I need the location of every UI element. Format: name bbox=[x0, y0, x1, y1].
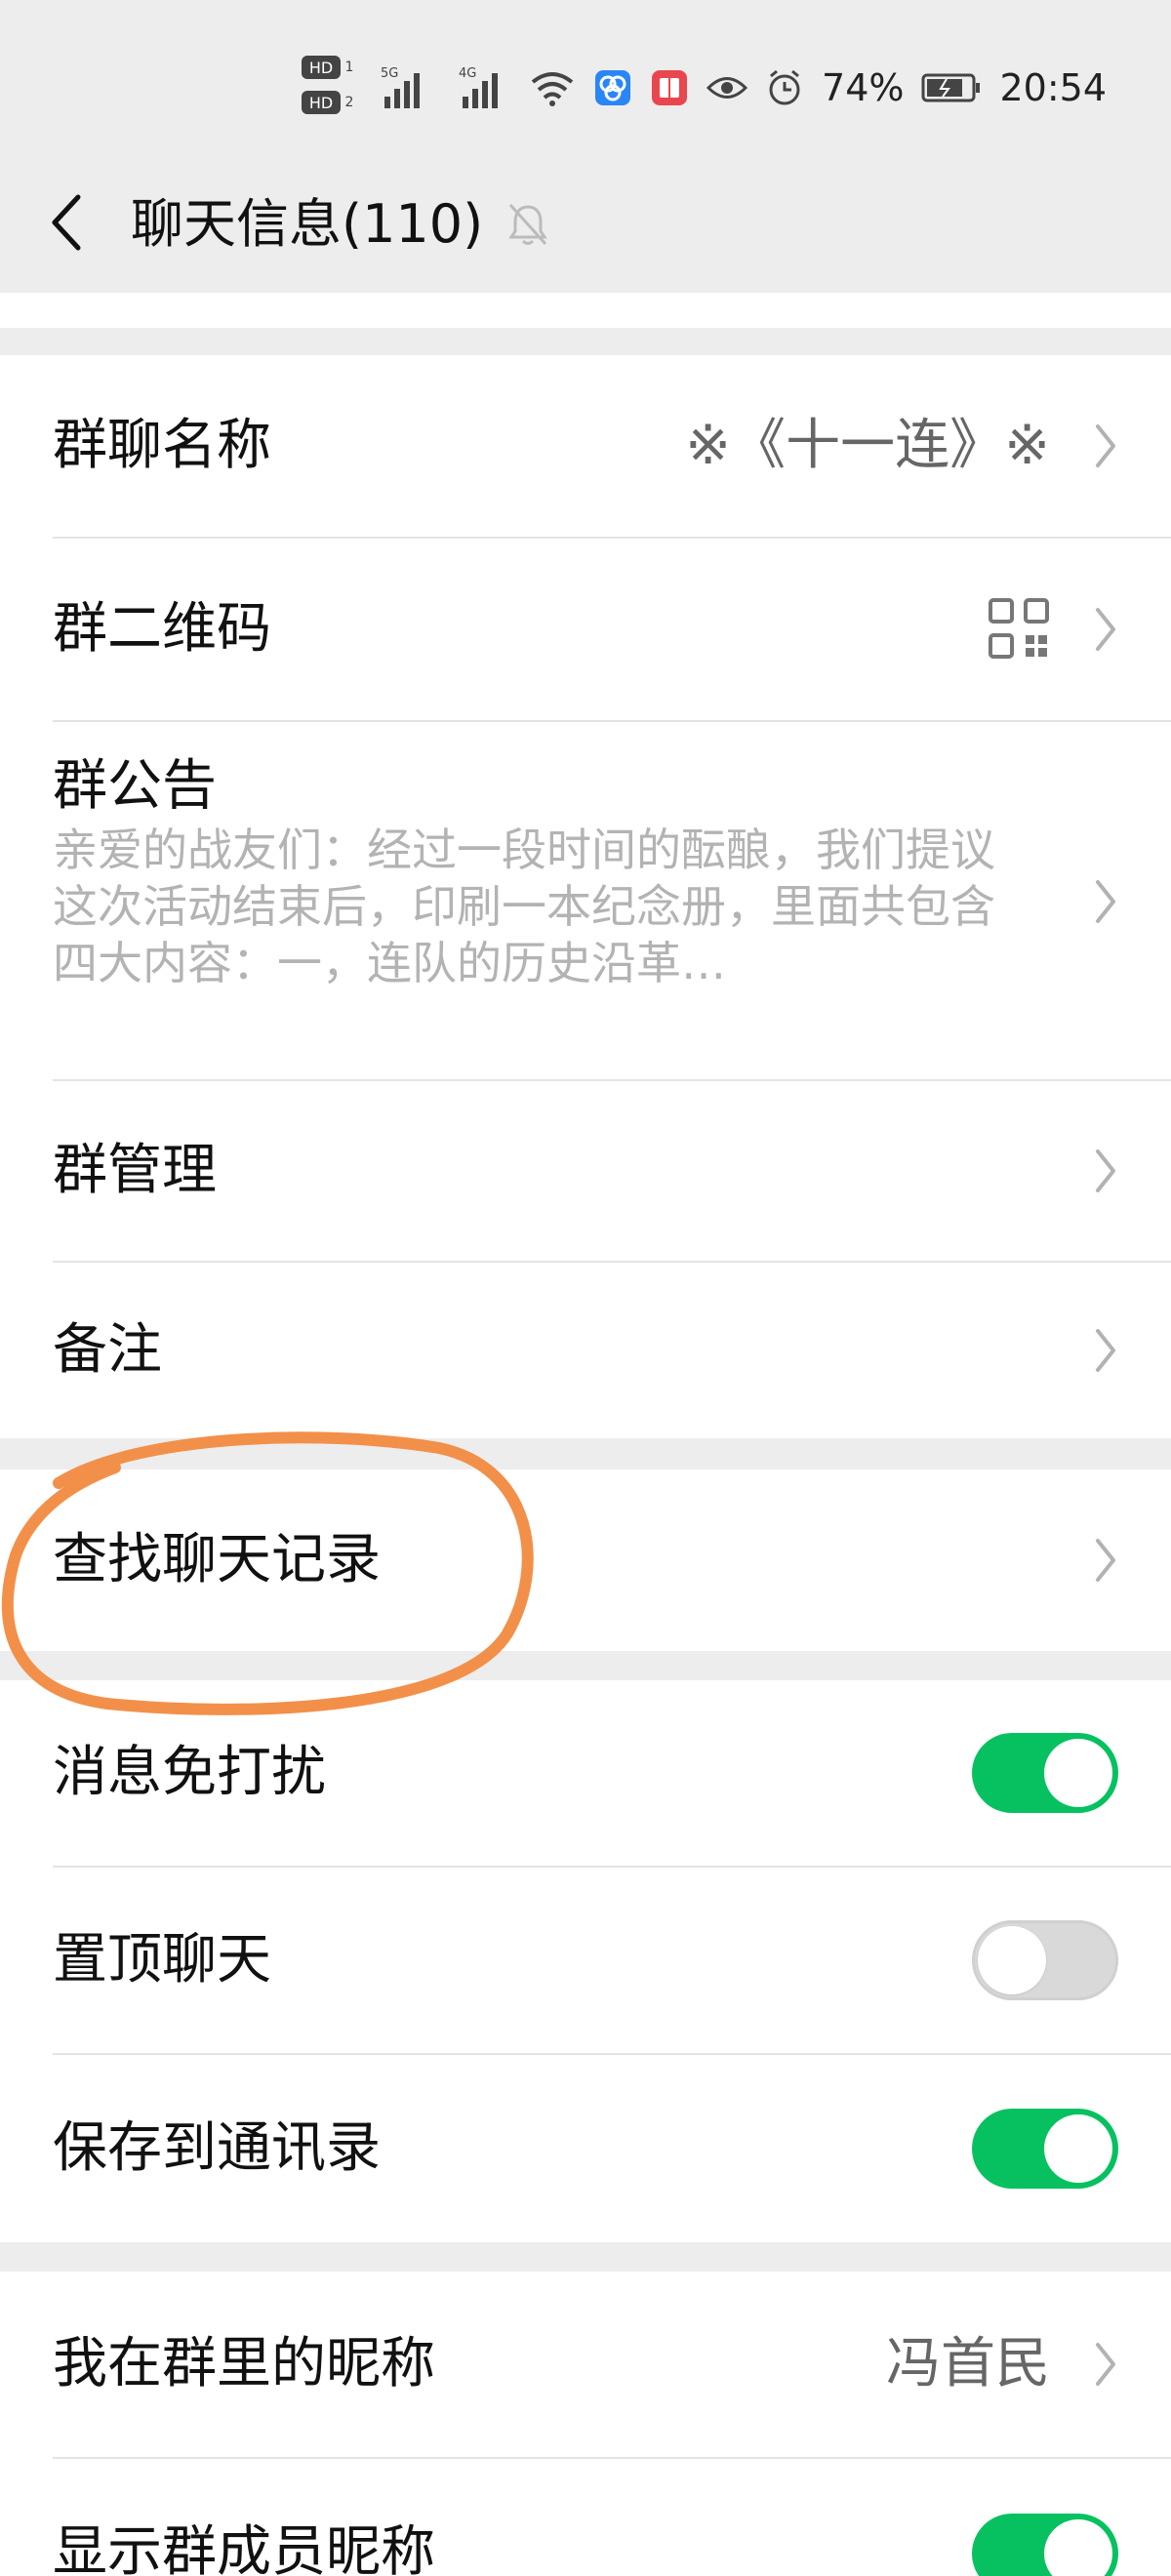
pin-chat-toggle[interactable] bbox=[972, 1920, 1118, 2000]
bell-off-icon bbox=[504, 197, 552, 252]
svg-text:2: 2 bbox=[345, 95, 354, 110]
save-to-contacts-toggle[interactable] bbox=[972, 2109, 1118, 2189]
top-strip bbox=[0, 293, 1171, 328]
pin-chat-label: 置顶聊天 bbox=[53, 1928, 271, 1992]
svg-text:5G: 5G bbox=[381, 66, 398, 81]
chevron-right-icon bbox=[1091, 1325, 1120, 1376]
group-manage-label: 群管理 bbox=[53, 1139, 217, 1202]
save-to-contacts-label: 保存到通讯录 bbox=[53, 2116, 381, 2180]
group-announcement-label: 群公告 bbox=[53, 754, 217, 818]
pin-chat-row: 置顶聊天 bbox=[0, 1868, 1171, 2053]
chevron-right-icon bbox=[1091, 421, 1120, 471]
battery-percent: 74% bbox=[822, 66, 905, 109]
group-qr-row[interactable]: 群二维码 bbox=[0, 539, 1171, 720]
signal-4g-icon: 4G bbox=[451, 63, 511, 112]
eye-icon bbox=[707, 73, 748, 102]
mute-notifications-label: 消息免打扰 bbox=[53, 1741, 326, 1804]
show-member-names-toggle[interactable] bbox=[972, 2514, 1118, 2576]
page-title: 聊天信息(110) bbox=[131, 193, 484, 255]
chevron-right-icon bbox=[1091, 2339, 1120, 2390]
hd-icon: HD 1 HD 2 bbox=[301, 54, 355, 122]
group-name-row[interactable]: 群聊名称 ※《十一连》※ bbox=[0, 355, 1171, 537]
svg-text:HD: HD bbox=[309, 59, 333, 77]
battery-icon bbox=[921, 72, 982, 103]
back-button[interactable] bbox=[37, 185, 96, 263]
app-icon bbox=[650, 68, 689, 107]
search-history-section: 查找聊天记录 bbox=[0, 1469, 1171, 1651]
qr-code-icon bbox=[988, 597, 1050, 660]
svg-text:4G: 4G bbox=[459, 66, 476, 81]
search-history-row[interactable]: 查找聊天记录 bbox=[0, 1469, 1171, 1651]
clock: 20:54 bbox=[999, 66, 1107, 109]
signal-5g-icon: 5G bbox=[373, 63, 433, 112]
chat-settings-section: 消息免打扰 置顶聊天 保存到通讯录 bbox=[0, 1680, 1171, 2242]
show-member-names-label: 显示群成员昵称 bbox=[53, 2520, 435, 2576]
status-icons: HD 1 HD 2 5G 4G 74% 20:54 bbox=[301, 56, 1107, 117]
my-nickname-row[interactable]: 我在群里的昵称 冯首民 bbox=[0, 2272, 1171, 2457]
remark-row[interactable]: 备注 bbox=[0, 1263, 1171, 1438]
app-icon bbox=[593, 68, 632, 107]
status-bar: HD 1 HD 2 5G 4G 74% 20:54 bbox=[0, 0, 1171, 166]
group-announcement-row[interactable]: 群公告 亲爱的战友们：经过一段时间的酝酿，我们提议这次活动结束后，印刷一本纪念册… bbox=[0, 722, 1171, 1079]
chevron-right-icon bbox=[1091, 876, 1120, 927]
show-member-names-row: 显示群成员昵称 bbox=[0, 2459, 1171, 2576]
wifi-icon bbox=[529, 68, 576, 107]
top-bar: 聊天信息(110) bbox=[0, 156, 1171, 293]
svg-text:HD: HD bbox=[309, 94, 333, 112]
my-nickname-label: 我在群里的昵称 bbox=[53, 2332, 435, 2395]
mute-notifications-row: 消息免打扰 bbox=[0, 1680, 1171, 1866]
group-name-value: ※《十一连》※ bbox=[685, 414, 1050, 477]
alarm-icon bbox=[765, 68, 804, 107]
mute-notifications-toggle[interactable] bbox=[972, 1733, 1118, 1813]
group-name-label: 群聊名称 bbox=[53, 414, 271, 477]
my-nickname-value: 冯首民 bbox=[886, 2332, 1050, 2395]
group-qr-label: 群二维码 bbox=[53, 597, 271, 661]
chevron-right-icon bbox=[1091, 1535, 1120, 1586]
save-to-contacts-row: 保存到通讯录 bbox=[0, 2055, 1171, 2242]
group-announcement-text: 亲爱的战友们：经过一段时间的酝酿，我们提议这次活动结束后，印刷一本纪念册，里面共… bbox=[53, 824, 995, 989]
svg-text:1: 1 bbox=[345, 60, 354, 75]
back-arrow-icon bbox=[49, 193, 84, 256]
member-settings-section: 我在群里的昵称 冯首民 显示群成员昵称 bbox=[0, 2272, 1171, 2576]
search-history-label: 查找聊天记录 bbox=[53, 1528, 381, 1591]
chevron-right-icon bbox=[1091, 1146, 1120, 1196]
group-manage-row[interactable]: 群管理 bbox=[0, 1081, 1171, 1261]
chevron-right-icon bbox=[1091, 604, 1120, 655]
remark-label: 备注 bbox=[53, 1318, 162, 1382]
group-info-section: 群聊名称 ※《十一连》※ 群二维码 群公告 亲爱的战友们：经过一段时间的酝酿，我… bbox=[0, 355, 1171, 1438]
